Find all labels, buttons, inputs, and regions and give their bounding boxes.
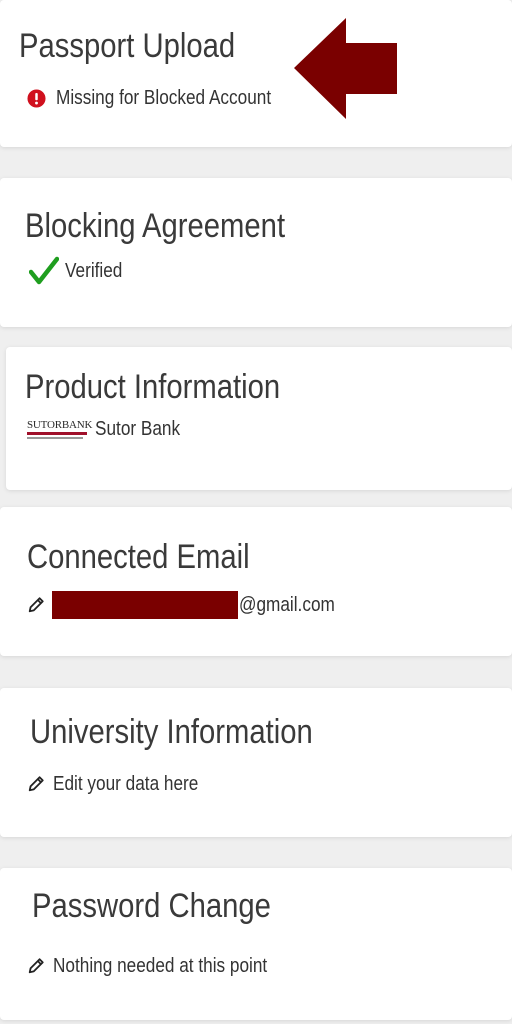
card-status: Verified bbox=[29, 256, 132, 286]
connected-email-card[interactable]: Connected Email @gmail.com bbox=[0, 507, 512, 656]
passport-upload-card[interactable]: Passport Upload Missing for Blocked Acco… bbox=[0, 0, 512, 147]
pencil-icon[interactable] bbox=[27, 957, 45, 975]
status-text: Missing for Blocked Account bbox=[56, 87, 272, 109]
card-title: Connected Email bbox=[27, 538, 250, 576]
email-domain: @gmail.com bbox=[239, 594, 335, 616]
left-arrow-icon bbox=[294, 18, 398, 125]
card-title: Passport Upload bbox=[19, 27, 236, 65]
card-title: Password Change bbox=[32, 887, 271, 925]
status-text: Edit your data here bbox=[53, 773, 199, 795]
logo-wordmark: SUTORBANK bbox=[27, 419, 93, 431]
card-status: @gmail.com bbox=[27, 591, 350, 619]
status-text: Nothing needed at this point bbox=[53, 955, 268, 977]
card-title: Blocking Agreement bbox=[25, 207, 286, 245]
blocking-agreement-card[interactable]: Blocking Agreement Verified bbox=[0, 178, 512, 327]
card-title: Product Information bbox=[25, 368, 281, 406]
card-title: University Information bbox=[30, 713, 313, 751]
card-status: Missing for Blocked Account bbox=[27, 86, 306, 110]
checkmark-icon bbox=[29, 256, 59, 286]
university-information-card[interactable]: University Information Edit your data he… bbox=[0, 688, 512, 837]
status-text: Verified bbox=[65, 260, 123, 282]
pencil-icon[interactable] bbox=[27, 596, 45, 614]
redacted-email-user bbox=[52, 591, 238, 619]
password-change-card[interactable]: Password Change Nothing needed at this p… bbox=[0, 868, 512, 1020]
card-status: Edit your data here bbox=[27, 772, 222, 796]
pencil-icon[interactable] bbox=[27, 775, 45, 793]
card-status: SUTORBANK Sutor Bank bbox=[27, 417, 194, 441]
error-circle-icon bbox=[27, 88, 46, 108]
product-information-card[interactable]: Product Information SUTORBANK Sutor Bank bbox=[6, 347, 512, 490]
card-status: Nothing needed at this point bbox=[27, 954, 302, 978]
sutor-bank-logo: SUTORBANK bbox=[27, 419, 93, 439]
bank-name: Sutor Bank bbox=[95, 418, 181, 440]
